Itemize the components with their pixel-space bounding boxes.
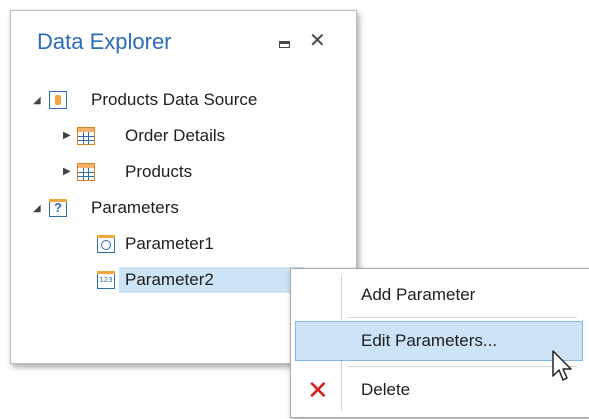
tree-node-products[interactable]: ▶ Products bbox=[11, 159, 356, 185]
clock-icon bbox=[96, 234, 115, 253]
panel-title: Data Explorer bbox=[37, 29, 172, 54]
close-icon[interactable]: ✕ bbox=[309, 31, 326, 51]
tree-node-label: Order Details bbox=[125, 126, 226, 145]
collapse-arrow-icon[interactable]: ◢ bbox=[33, 95, 41, 106]
menu-separator bbox=[347, 366, 577, 367]
tree-node-label: Products bbox=[125, 162, 193, 181]
tree-node-label: Parameter1 bbox=[125, 234, 214, 253]
menu-item-label: Add Parameter bbox=[361, 285, 476, 304]
pin-icon[interactable] bbox=[279, 41, 290, 48]
tree-node-datasource[interactable]: ◢ Products Data Source bbox=[11, 87, 356, 113]
mouse-cursor-icon bbox=[552, 350, 572, 381]
tree-node-parameter1[interactable]: Parameter1 bbox=[11, 231, 356, 257]
parameters-icon: ? bbox=[48, 198, 67, 217]
collapse-arrow-icon[interactable]: ◢ bbox=[33, 203, 41, 214]
table-icon bbox=[77, 127, 95, 145]
menu-item-delete[interactable]: ✕ Delete bbox=[295, 370, 583, 410]
expand-arrow-icon[interactable]: ▶ bbox=[63, 166, 71, 177]
table-icon bbox=[77, 163, 95, 181]
tree-node-label: Parameters bbox=[91, 198, 179, 217]
menu-item-label: Edit Parameters... bbox=[361, 331, 498, 350]
menu-item-label: Delete bbox=[361, 380, 411, 399]
context-menu: Add Parameter Edit Parameters... ✕ Delet… bbox=[290, 268, 589, 418]
tree-node-parameters[interactable]: ◢ ? Parameters bbox=[11, 195, 356, 221]
tree-node-label: Parameter2 bbox=[125, 270, 214, 289]
menu-separator bbox=[347, 317, 577, 318]
tree-node-order-details[interactable]: ▶ Order Details bbox=[11, 123, 356, 149]
expand-arrow-icon[interactable]: ▶ bbox=[63, 130, 71, 141]
menu-item-edit-parameters[interactable]: Edit Parameters... bbox=[295, 321, 583, 361]
delete-icon: ✕ bbox=[307, 375, 329, 405]
datasource-icon bbox=[49, 91, 67, 109]
menu-item-add-parameter[interactable]: Add Parameter bbox=[295, 275, 583, 315]
tree-node-label: Products Data Source bbox=[91, 90, 258, 109]
number-icon: 123 bbox=[96, 270, 115, 289]
